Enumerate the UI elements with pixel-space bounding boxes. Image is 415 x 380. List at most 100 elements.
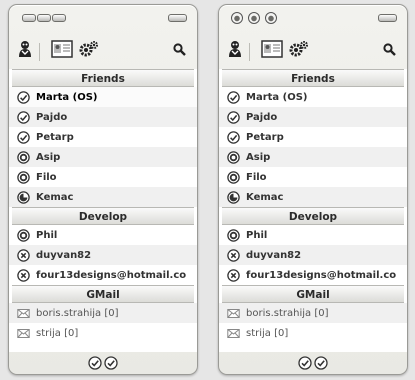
contact-row[interactable]: strija [0] [9,323,197,343]
status-check-icon[interactable] [88,356,102,370]
partial-moon-icon [17,190,30,204]
contact-card-icon[interactable] [51,40,73,58]
contact-row[interactable]: Petarp [9,127,197,147]
partial-moon-icon [227,190,240,204]
contact-name: duyvan82 [36,249,92,261]
status-footer [9,352,197,374]
envelope-icon [17,328,30,338]
offline-x-icon [227,248,240,262]
contact-row[interactable]: four13designs@hotmail.co [219,265,407,285]
away-ring-icon [17,150,30,164]
away-ring-icon [227,228,240,242]
envelope-icon [17,308,30,318]
contact-list: Friends Marta (OS) Pajdo Petarp Asip Fil… [219,69,407,352]
contact-name: Marta (OS) [36,91,98,103]
contact-row[interactable]: Kemac [219,187,407,207]
contact-name: Filo [36,171,57,183]
group-header-gmail[interactable]: GMail [12,285,194,303]
zoom-button[interactable] [265,12,277,24]
contact-name: four13designs@hotmail.co [36,269,187,281]
offline-x-icon [227,268,240,282]
contact-list-window-left: Friends Marta (OS) Pajdo Petarp Asip Fil… [8,4,198,375]
contact-row[interactable]: Phil [9,225,197,245]
toolbar-separator [39,43,40,61]
online-check-icon [17,110,30,124]
toolbar [219,33,407,69]
contact-name: strija [0] [36,327,79,339]
window-controls[interactable] [231,12,277,24]
status-check-icon[interactable] [104,356,118,370]
contact-row[interactable]: Marta (OS) [9,87,197,107]
contact-row[interactable]: four13designs@hotmail.co [9,265,197,285]
group-header-develop[interactable]: Develop [12,207,194,225]
status-check-icon[interactable] [314,356,328,370]
contact-row[interactable]: Pajdo [219,107,407,127]
status-check-icon[interactable] [298,356,312,370]
toolbar [9,33,197,69]
group-header-develop[interactable]: Develop [222,207,404,225]
offline-x-icon [17,268,30,282]
group-header-friends[interactable]: Friends [222,69,404,87]
contact-name: four13designs@hotmail.co [246,269,397,281]
contact-row[interactable]: strija [0] [219,323,407,343]
user-icon[interactable] [227,40,243,58]
contact-name: Petarp [36,131,74,143]
group-header-gmail[interactable]: GMail [222,285,404,303]
contact-row[interactable]: Asip [219,147,407,167]
settings-gears-icon[interactable] [79,40,99,58]
online-check-icon [227,90,240,104]
close-pill-button[interactable] [22,14,36,22]
window-titlebar[interactable] [219,5,407,33]
contact-row[interactable]: duyvan82 [219,245,407,265]
contact-name: boris.strahija [0] [246,307,329,319]
contact-row[interactable]: Asip [9,147,197,167]
contact-row[interactable]: Kemac [9,187,197,207]
contact-name: Phil [36,229,58,241]
contact-name: Asip [246,151,271,163]
contact-name: Kemac [36,191,74,203]
contact-row[interactable]: Phil [219,225,407,245]
contact-row[interactable]: boris.strahija [0] [219,303,407,323]
contact-name: Kemac [246,191,284,203]
away-ring-icon [227,170,240,184]
contact-row[interactable]: boris.strahija [0] [9,303,197,323]
contact-name: Filo [246,171,267,183]
settings-gears-icon[interactable] [289,40,309,58]
contact-name: Pajdo [246,111,278,123]
minimize-pill-button[interactable] [37,14,51,22]
search-icon[interactable] [173,43,186,56]
away-ring-icon [227,150,240,164]
contact-name: strija [0] [246,327,289,339]
toolbar-toggle-button[interactable] [168,14,187,22]
minimize-button[interactable] [248,12,260,24]
contact-row[interactable]: Filo [9,167,197,187]
online-check-icon [227,130,240,144]
user-icon[interactable] [17,40,33,58]
contact-row[interactable]: duyvan82 [9,245,197,265]
away-ring-icon [17,170,30,184]
contact-card-icon[interactable] [261,40,283,58]
window-titlebar[interactable] [9,5,197,33]
window-controls[interactable] [22,14,67,22]
contact-row[interactable]: Filo [219,167,407,187]
close-button[interactable] [231,12,243,24]
contact-name: Petarp [246,131,284,143]
search-icon[interactable] [383,43,396,56]
contact-list-window-right: Friends Marta (OS) Pajdo Petarp Asip Fil… [218,4,408,375]
zoom-pill-button[interactable] [52,14,66,22]
contact-row[interactable]: Pajdo [9,107,197,127]
contact-name: Marta (OS) [246,91,308,103]
contact-row[interactable]: Marta (OS) [219,87,407,107]
offline-x-icon [17,248,30,262]
online-check-icon [17,90,30,104]
online-check-icon [227,110,240,124]
contact-row[interactable]: Petarp [219,127,407,147]
online-check-icon [17,130,30,144]
contact-name: duyvan82 [246,249,302,261]
contact-name: Phil [246,229,268,241]
toolbar-toggle-button[interactable] [378,14,397,22]
contact-name: boris.strahija [0] [36,307,119,319]
contact-name: Asip [36,151,61,163]
away-ring-icon [17,228,30,242]
group-header-friends[interactable]: Friends [12,69,194,87]
